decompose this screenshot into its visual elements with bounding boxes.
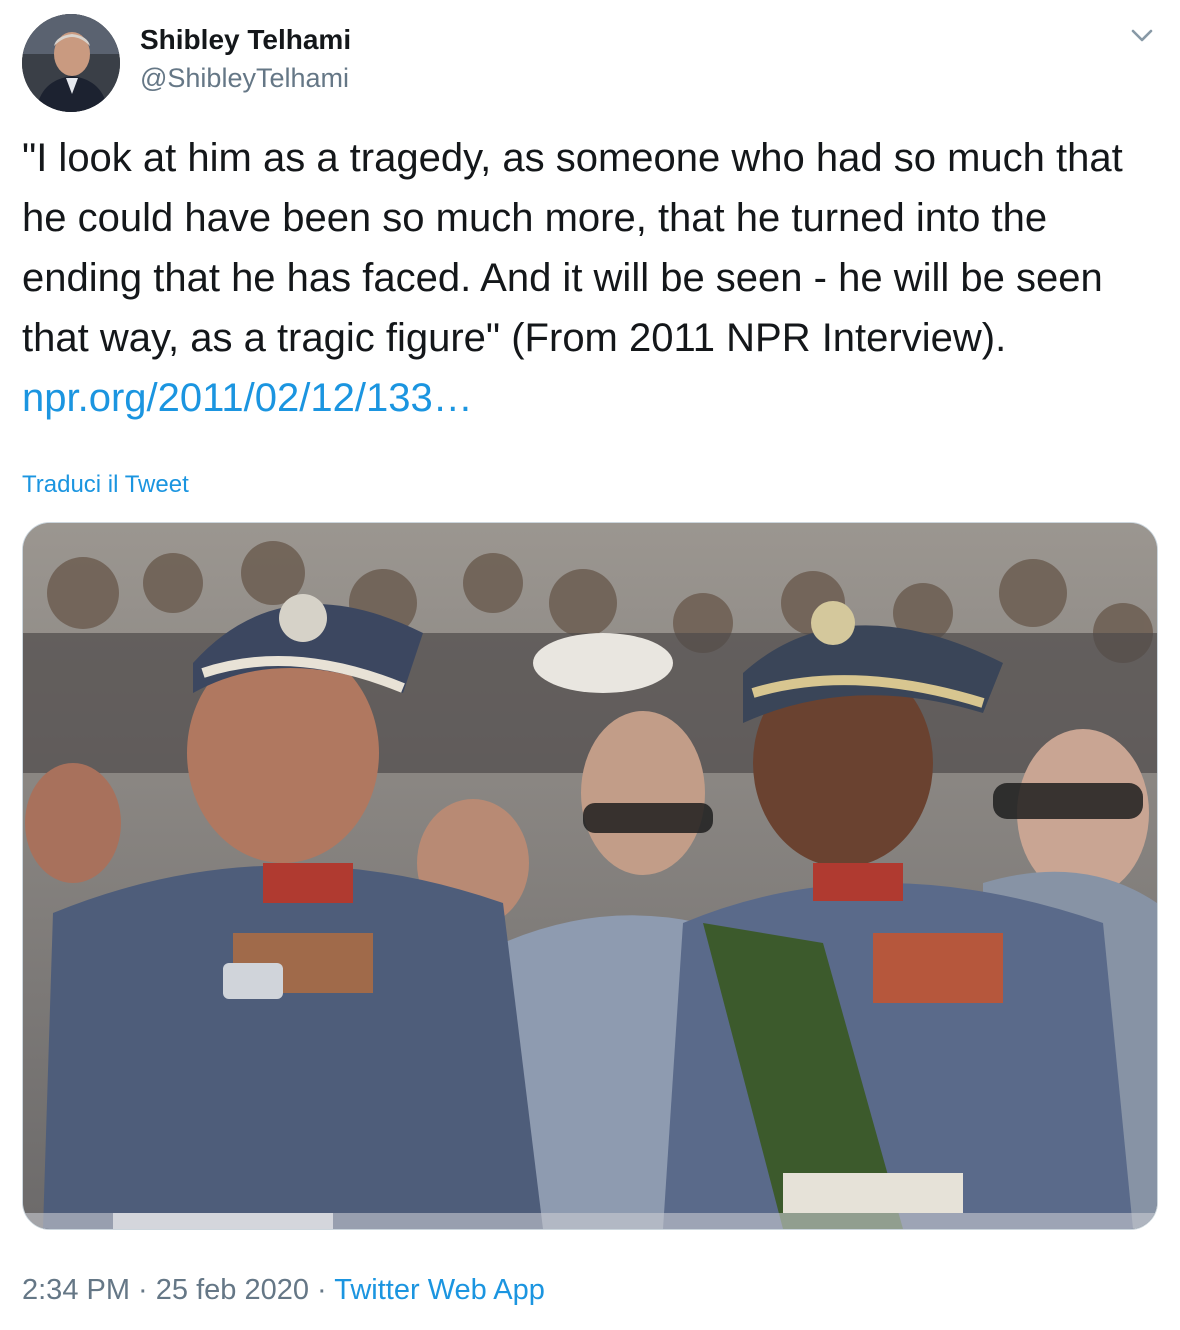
- photo-image: [23, 523, 1157, 1229]
- meta-separator: ·: [130, 1274, 156, 1306]
- tweet-meta: 2:34 PM · 25 feb 2020 · Twitter Web App: [22, 1270, 545, 1310]
- tweet-date[interactable]: 25 feb 2020: [156, 1274, 309, 1306]
- author-handle[interactable]: @ShibleyTelhami: [140, 60, 349, 96]
- author-display-name[interactable]: Shibley Telhami: [140, 22, 351, 58]
- tweet-link[interactable]: npr.org/2011/02/12/133…: [22, 376, 473, 420]
- tweet-source[interactable]: Twitter Web App: [334, 1274, 545, 1306]
- avatar[interactable]: [22, 14, 120, 112]
- tweet-time[interactable]: 2:34 PM: [22, 1274, 130, 1306]
- tweet-photo[interactable]: [22, 522, 1158, 1230]
- tweet-text: "I look at him as a tragedy, as someone …: [22, 128, 1162, 428]
- avatar-photo: [22, 14, 120, 112]
- tweet-body: "I look at him as a tragedy, as someone …: [22, 136, 1123, 360]
- chevron-down-icon[interactable]: [1126, 22, 1158, 50]
- meta-separator: ·: [308, 1274, 335, 1306]
- translate-tweet-link[interactable]: Traduci il Tweet: [22, 468, 189, 502]
